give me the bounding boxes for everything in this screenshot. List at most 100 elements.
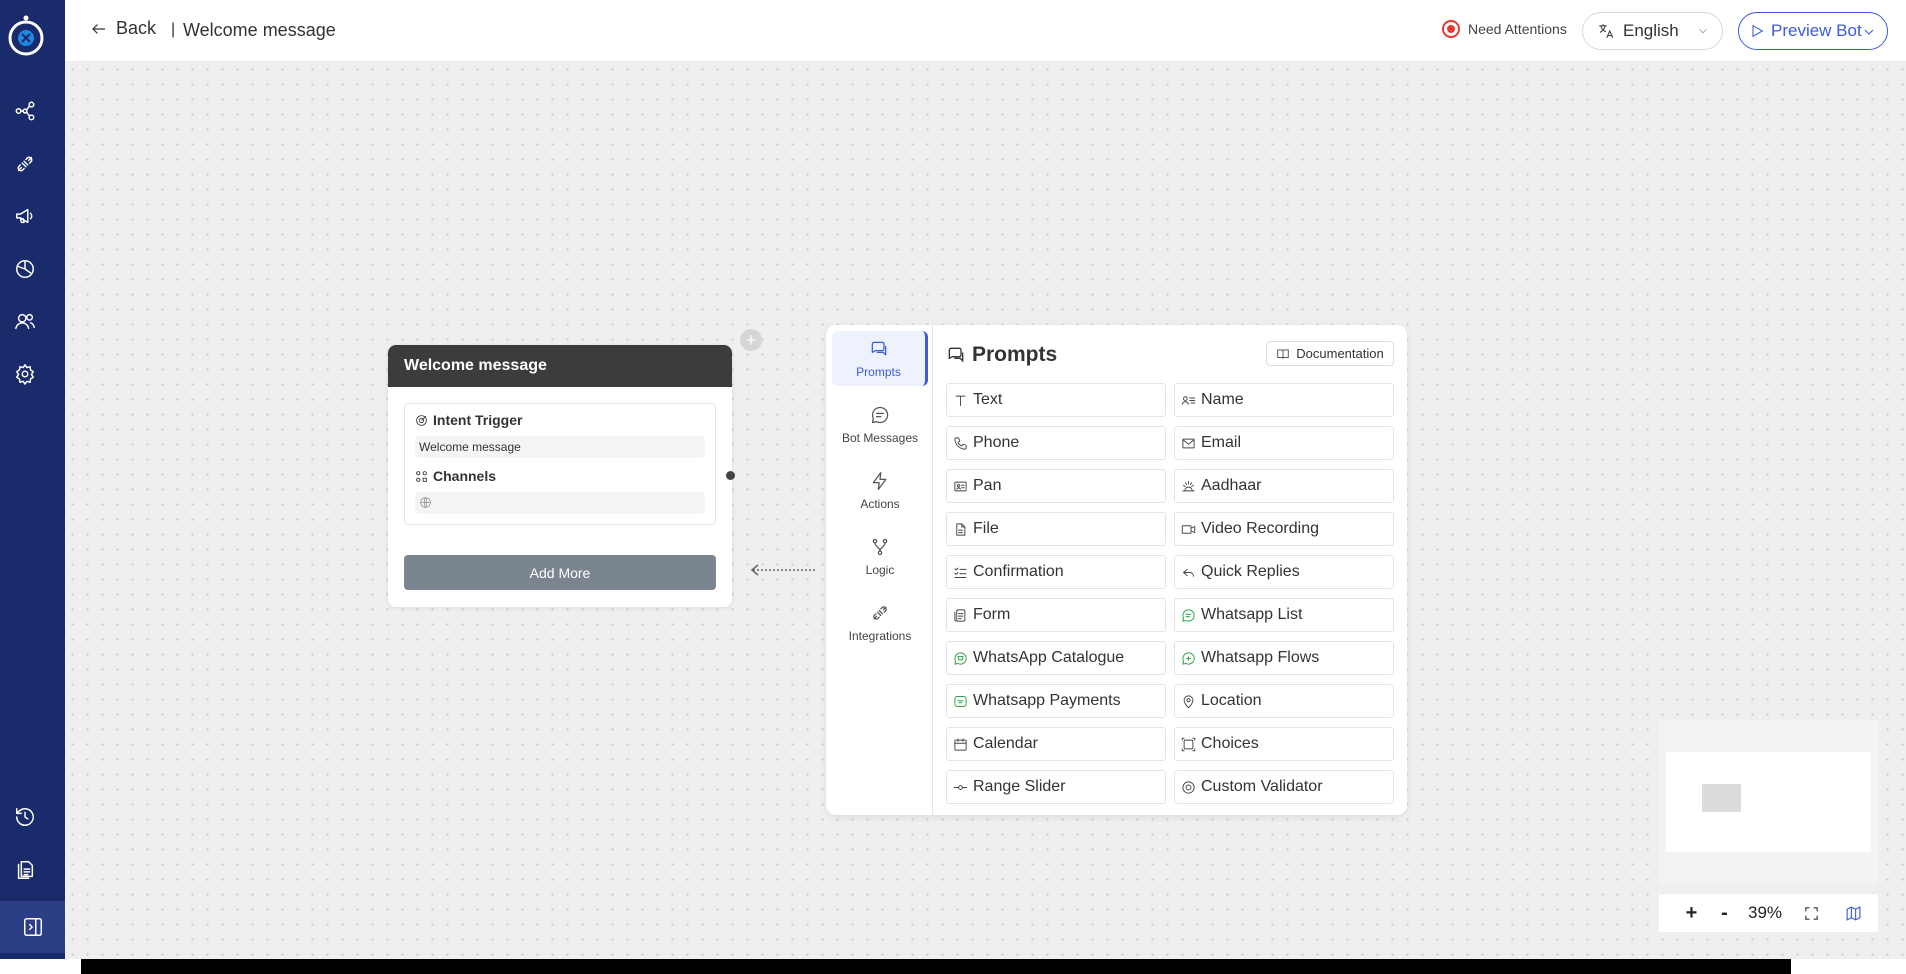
zoom-out-button[interactable]: - <box>1708 902 1741 925</box>
book-icon <box>1277 348 1289 359</box>
file-icon <box>956 522 966 536</box>
intent-value: Welcome message <box>415 436 705 458</box>
translate-icon <box>1599 24 1614 38</box>
history-icon[interactable] <box>10 802 40 832</box>
prompt-quick-replies[interactable]: Quick Replies <box>1174 555 1394 589</box>
chevron-down-icon <box>1699 28 1707 34</box>
slider-icon <box>953 784 968 790</box>
id-card-icon <box>954 481 967 491</box>
language-select[interactable]: English <box>1582 12 1723 50</box>
prompt-whatsapp-list[interactable]: Whatsapp List <box>1174 598 1394 632</box>
node-picker-panel: Prompts Bot Messages Actions Logic Integ… <box>826 325 1407 815</box>
sidebar <box>0 0 65 959</box>
back-button[interactable]: Back <box>90 18 156 39</box>
plug-icon <box>873 605 887 620</box>
need-attentions-indicator[interactable]: Need Attentions <box>1442 20 1567 38</box>
whatsapp-icon <box>1182 608 1195 622</box>
location-pin-icon <box>1183 694 1194 708</box>
fullscreen-icon <box>1804 906 1818 920</box>
phone-icon <box>954 436 967 450</box>
channels-field <box>415 492 705 514</box>
back-label: Back <box>116 18 157 38</box>
prompt-aadhaar[interactable]: Aadhaar <box>1174 469 1394 503</box>
whatsapp-icon <box>954 651 967 665</box>
channels-icon <box>416 470 427 482</box>
prompt-custom-validator[interactable]: Custom Validator <box>1174 770 1394 804</box>
bottom-bar <box>81 959 1791 974</box>
text-icon <box>955 395 966 406</box>
connection-arrow <box>750 564 816 576</box>
app-logo[interactable] <box>8 14 48 58</box>
prompt-video-recording[interactable]: Video Recording <box>1174 512 1394 546</box>
chat-icon <box>948 347 964 363</box>
settings-gear-icon[interactable] <box>10 359 40 389</box>
preview-bot-button[interactable]: Preview Bot <box>1738 12 1888 50</box>
prompt-items-grid: Text Name Phone Email Pan Aadhaar File V… <box>946 383 1396 804</box>
prompt-confirmation[interactable]: Confirmation <box>946 555 1166 589</box>
name-card-icon <box>1181 395 1196 405</box>
top-header: Back | Welcome message Need Attentions E… <box>65 0 1906 62</box>
prompt-email[interactable]: Email <box>1174 426 1394 460</box>
integration-plug-icon[interactable] <box>10 149 40 179</box>
minimap-node <box>1702 784 1741 812</box>
nav-logic[interactable]: Logic <box>832 529 928 584</box>
prompt-choices[interactable]: Choices <box>1174 727 1394 761</box>
attention-label: Need Attentions <box>1468 21 1567 37</box>
flow-icon[interactable] <box>10 96 40 126</box>
prompt-name[interactable]: Name <box>1174 383 1394 417</box>
form-icon <box>954 608 966 622</box>
documentation-button[interactable]: Documentation <box>1266 341 1394 366</box>
documents-icon[interactable] <box>10 855 40 885</box>
chevron-down-icon[interactable] <box>1861 24 1877 40</box>
prompt-file[interactable]: File <box>946 512 1166 546</box>
whatsapp-icon <box>1182 651 1195 665</box>
prompt-form[interactable]: Form <box>946 598 1166 632</box>
users-icon[interactable] <box>10 306 40 336</box>
nav-actions[interactable]: Actions <box>832 463 928 518</box>
message-icon <box>871 406 889 423</box>
prompt-text[interactable]: Text <box>946 383 1166 417</box>
nav-integrations[interactable]: Integrations <box>832 595 928 650</box>
node-title[interactable]: Welcome message <box>388 345 732 387</box>
globe-icon <box>420 497 431 508</box>
branch-icon <box>872 538 888 555</box>
choices-icon <box>1181 737 1196 751</box>
preview-label: Preview Bot <box>1771 21 1862 40</box>
prompt-calendar[interactable]: Calendar <box>946 727 1166 761</box>
toggle-minimap-button[interactable] <box>1833 905 1873 922</box>
add-more-button[interactable]: Add More <box>404 555 716 590</box>
minimap[interactable] <box>1659 720 1878 885</box>
validator-icon <box>1182 780 1195 794</box>
prompt-location[interactable]: Location <box>1174 684 1394 718</box>
alert-dot-icon <box>1442 20 1460 38</box>
target-icon <box>416 414 427 426</box>
collapse-sidebar-icon[interactable] <box>0 901 65 953</box>
welcome-message-node[interactable]: Welcome message Intent Trigger Welcome m… <box>388 345 732 607</box>
prompt-pan[interactable]: Pan <box>946 469 1166 503</box>
whatsapp-payments-icon <box>954 695 967 707</box>
channels-label: Channels <box>415 468 496 484</box>
analytics-pie-icon[interactable] <box>10 254 40 284</box>
prompt-whatsapp-payments[interactable]: Whatsapp Payments <box>946 684 1166 718</box>
prompt-whatsapp-flows[interactable]: Whatsapp Flows <box>1174 641 1394 675</box>
prompt-range-slider[interactable]: Range Slider <box>946 770 1166 804</box>
zoom-in-button[interactable]: + <box>1675 902 1708 925</box>
node-output-handle[interactable] <box>726 471 735 480</box>
chat-icon <box>871 341 886 355</box>
fit-view-button[interactable] <box>1789 905 1833 922</box>
zoom-controls: + - 39% <box>1659 894 1878 932</box>
panel-category-nav: Prompts Bot Messages Actions Logic Integ… <box>826 325 933 815</box>
node-content: Intent Trigger Welcome message Channels <box>404 403 716 525</box>
broadcast-megaphone-icon[interactable] <box>10 201 40 231</box>
nav-prompts[interactable]: Prompts <box>832 331 928 386</box>
lightning-icon <box>872 471 887 490</box>
aadhaar-icon <box>1182 480 1195 491</box>
video-icon <box>1181 524 1196 534</box>
prompt-whatsapp-catalogue[interactable]: WhatsApp Catalogue <box>946 641 1166 675</box>
nav-bot-messages[interactable]: Bot Messages <box>832 397 928 452</box>
map-icon <box>1846 905 1860 921</box>
prompt-phone[interactable]: Phone <box>946 426 1166 460</box>
intent-trigger-label: Intent Trigger <box>415 412 522 428</box>
arrow-left-icon <box>92 23 105 34</box>
add-node-plus-icon[interactable]: + <box>740 329 762 351</box>
